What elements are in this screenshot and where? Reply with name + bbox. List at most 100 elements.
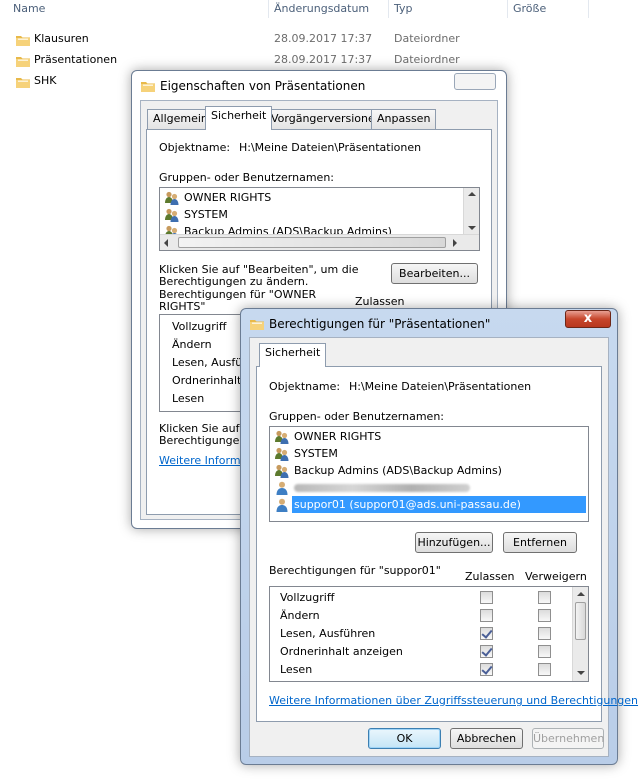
scroll-left-icon[interactable] — [164, 239, 168, 247]
ok-button[interactable]: OK — [368, 728, 441, 749]
permission-name: Ändern — [172, 338, 212, 351]
column-separator[interactable] — [507, 0, 508, 18]
deny-checkbox-ordnerinhalt[interactable] — [538, 645, 551, 658]
column-header-size[interactable]: Größe — [513, 0, 546, 22]
file-date: 28.09.2017 17:37 — [274, 32, 373, 45]
groups-listbox[interactable]: OWNER RIGHTS SYSTEM Backup Admins (ADS\B… — [269, 426, 589, 522]
group-icon — [274, 463, 290, 479]
group-icon — [164, 207, 180, 223]
list-item-redacted[interactable] — [274, 479, 574, 496]
folder-icon — [15, 53, 31, 69]
permissions-for-label: Berechtigungen für "suppor01" — [269, 564, 441, 577]
file-name: Klausuren — [34, 32, 89, 45]
more-info-link[interactable]: Weitere Informationen über Zugriffssteue… — [269, 694, 638, 707]
scroll-down-icon[interactable] — [577, 671, 585, 675]
file-date: 28.09.2017 17:37 — [274, 53, 373, 66]
deny-checkbox-aendern[interactable] — [538, 609, 551, 622]
list-item-label: OWNER RIGHTS — [184, 191, 272, 204]
groups-label: Gruppen- oder Benutzernamen: — [269, 410, 445, 423]
close-button[interactable] — [454, 73, 496, 90]
user-icon — [274, 480, 290, 496]
scroll-down-icon[interactable] — [468, 226, 476, 230]
tab-allgemein[interactable]: Allgemein — [147, 109, 214, 129]
column-separator[interactable] — [388, 0, 389, 18]
scroll-up-icon[interactable] — [577, 592, 585, 596]
scroll-thumb[interactable] — [178, 237, 446, 248]
permission-row-lesen: Lesen — [280, 661, 580, 679]
allow-checkbox-vollzugriff[interactable] — [480, 591, 493, 604]
permission-name: Lesen — [280, 663, 313, 676]
deny-checkbox-vollzugriff[interactable] — [538, 591, 551, 604]
deny-checkbox-lesen[interactable] — [538, 663, 551, 676]
edit-hint: Berechtigungen zu ändern. — [159, 275, 309, 288]
file-type: Dateiordner — [394, 32, 460, 45]
column-header-date[interactable]: Änderungsdatum — [274, 0, 369, 22]
permissions-for-label: RIGHTS" — [159, 300, 206, 313]
scroll-right-icon[interactable] — [453, 239, 457, 247]
group-icon — [164, 190, 180, 206]
file-name: SHK — [34, 74, 57, 87]
remove-button[interactable]: Entfernen — [503, 532, 577, 553]
allow-column-header: Zulassen — [355, 295, 405, 308]
allow-checkbox-ordnerinhalt[interactable] — [480, 645, 493, 658]
allow-checkbox-lesen-ausfuehren[interactable] — [480, 627, 493, 640]
add-button[interactable]: Hinzufügen... — [415, 532, 493, 553]
permission-name: Lesen, Ausführen — [280, 627, 376, 640]
group-icon — [274, 429, 290, 445]
dialog-title: Eigenschaften von Präsentationen — [160, 79, 366, 93]
vertical-scrollbar[interactable] — [463, 188, 479, 234]
object-name-value: H:\Meine Dateien\Präsentationen — [349, 380, 532, 393]
file-row-klausuren[interactable]: Klausuren 28.09.2017 17:37 Dateiordner — [0, 29, 639, 51]
column-header-name[interactable]: Name — [13, 0, 45, 22]
scroll-thumb[interactable] — [575, 602, 586, 640]
object-name-label: Objektname: — [159, 141, 231, 154]
column-separator[interactable] — [588, 0, 589, 18]
apply-button[interactable]: Übernehmen — [532, 728, 604, 749]
deny-checkbox-lesen-ausfuehren[interactable] — [538, 627, 551, 640]
permission-row-lesen-ausfuehren: Lesen, Ausführen — [280, 625, 580, 643]
list-item-label: suppor01 (suppor01@ads.uni-passau.de) — [292, 496, 586, 513]
folder-icon — [140, 78, 156, 94]
object-name-value: H:\Meine Dateien\Präsentationen — [239, 141, 422, 154]
folder-icon — [15, 32, 31, 48]
security-panel: Objektname: H:\Meine Dateien\Präsentatio… — [256, 366, 638, 722]
cancel-button[interactable]: Abbrechen — [450, 728, 523, 749]
list-item-label: OWNER RIGHTS — [294, 430, 382, 443]
permission-row-aendern: Ändern — [280, 607, 580, 625]
permission-name: Vollzugriff — [172, 320, 227, 333]
file-row-praesentationen[interactable]: Präsentationen 28.09.2017 17:37 Dateiord… — [0, 50, 639, 72]
list-item-selected[interactable]: suppor01 (suppor01@ads.uni-passau.de) — [274, 496, 586, 513]
allow-checkbox-aendern[interactable] — [480, 609, 493, 622]
permission-name: Ändern — [280, 609, 320, 622]
dialog-title: Berechtigungen für "Präsentationen" — [269, 317, 491, 331]
permission-row-ordnerinhalt: Ordnerinhalt anzeigen — [280, 643, 580, 661]
horizontal-scrollbar[interactable] — [160, 234, 479, 250]
close-button[interactable]: x — [565, 310, 611, 328]
object-name-label: Objektname: — [269, 380, 341, 393]
permission-row-vollzugriff: Vollzugriff — [280, 589, 580, 607]
permission-name: Vollzugriff — [280, 591, 335, 604]
file-name: Präsentationen — [34, 53, 118, 66]
tab-sicherheit[interactable]: Sicherheit — [205, 106, 273, 130]
allow-checkbox-lesen[interactable] — [480, 663, 493, 676]
redacted-name — [294, 484, 470, 492]
vertical-scrollbar[interactable] — [572, 587, 588, 681]
permissions-list[interactable]: Vollzugriff Ändern Lesen, Ausführen Ordn… — [269, 586, 589, 682]
scroll-up-icon[interactable] — [468, 192, 476, 196]
tab-vorgaengerversionen[interactable]: Vorgängerversionen — [265, 109, 388, 129]
tab-anpassen[interactable]: Anpassen — [371, 109, 437, 129]
user-icon — [274, 497, 290, 513]
list-item-label: SYSTEM — [294, 447, 338, 460]
deny-column-header: Verweigern — [525, 570, 587, 583]
column-separator[interactable] — [268, 0, 269, 18]
groups-listbox[interactable]: OWNER RIGHTS SYSTEM Backup Admins (ADS\B… — [159, 187, 480, 251]
tab-sicherheit[interactable]: Sicherheit — [259, 343, 327, 367]
edit-button[interactable]: Bearbeiten... — [391, 263, 478, 284]
folder-icon — [249, 316, 265, 332]
list-item-label: SYSTEM — [184, 208, 228, 221]
allow-column-header: Zulassen — [465, 570, 515, 583]
groups-label: Gruppen- oder Benutzernamen: — [159, 171, 335, 184]
file-type: Dateiordner — [394, 53, 460, 66]
list-item-label: Backup Admins (ADS\Backup Admins) — [294, 464, 502, 477]
column-header-type[interactable]: Typ — [394, 0, 413, 22]
